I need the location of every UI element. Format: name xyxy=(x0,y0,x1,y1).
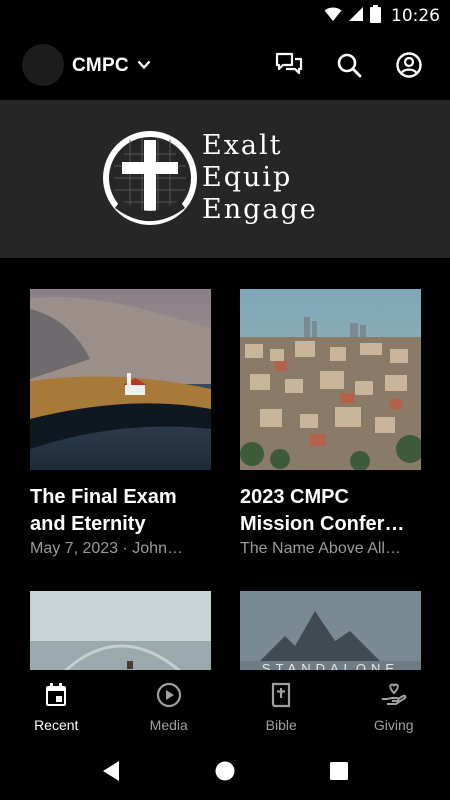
sermon-thumbnail xyxy=(240,289,421,470)
search-icon[interactable] xyxy=(334,50,364,80)
sermon-thumbnail xyxy=(30,289,211,470)
church-avatar[interactable] xyxy=(22,44,64,86)
recents-icon[interactable] xyxy=(326,758,352,784)
sermon-card[interactable] xyxy=(30,591,211,670)
recent-feed: The Final Exam and Eternity May 7, 2023 … xyxy=(0,258,450,670)
calendar-icon xyxy=(44,682,68,713)
church-logo: Exalt Equip Engage xyxy=(100,126,350,232)
banner-line-2: Equip xyxy=(202,162,293,193)
nav-label: Media xyxy=(149,717,188,733)
bible-icon xyxy=(270,682,292,713)
banner-line-1: Exalt xyxy=(202,130,283,161)
sermon-thumbnail xyxy=(30,591,211,670)
chat-icon[interactable] xyxy=(274,50,304,80)
status-icons: 10:26 xyxy=(324,4,440,28)
giving-hand-icon xyxy=(380,682,408,713)
chevron-down-icon xyxy=(137,57,151,75)
overlay-text: STANDALONE xyxy=(261,661,400,670)
account-icon[interactable] xyxy=(394,50,424,80)
nav-bible[interactable]: Bible xyxy=(225,670,338,740)
nav-label: Recent xyxy=(34,717,79,733)
cross-seal-icon xyxy=(103,131,197,225)
sermon-title: The Final Exam and Eternity xyxy=(30,486,177,535)
sermon-title: 2023 CMPC Mission Confer… xyxy=(240,486,405,535)
back-icon[interactable] xyxy=(98,758,124,784)
sermon-card[interactable]: The Final Exam and Eternity May 7, 2023 … xyxy=(30,289,211,558)
battery-icon xyxy=(370,4,381,28)
top-actions xyxy=(274,50,424,80)
nav-label: Bible xyxy=(265,717,297,733)
status-time: 10:26 xyxy=(391,6,440,26)
nav-recent[interactable]: Recent xyxy=(0,670,113,740)
nav-label: Giving xyxy=(373,717,414,733)
sermon-subtitle: May 7, 2023 · John… xyxy=(30,540,183,557)
nav-media[interactable]: Media xyxy=(113,670,226,740)
church-banner: Exalt Equip Engage xyxy=(0,100,450,258)
sermon-card[interactable]: STANDALONE xyxy=(240,591,421,670)
sermon-thumbnail: STANDALONE xyxy=(240,591,421,670)
home-icon[interactable] xyxy=(212,758,238,784)
church-selector[interactable]: CMPC xyxy=(72,52,151,80)
bottom-nav: Recent Media Bible Giving xyxy=(0,670,450,740)
system-nav-bar xyxy=(0,740,450,800)
status-bar: 10:26 xyxy=(0,0,450,32)
sermon-subtitle: The Name Above All… xyxy=(240,540,401,557)
sermon-card[interactable]: 2023 CMPC Mission Confer… The Name Above… xyxy=(240,289,421,558)
play-circle-icon xyxy=(156,682,182,713)
wifi-icon xyxy=(324,6,342,27)
signal-icon xyxy=(348,6,364,27)
app-bar: CMPC xyxy=(0,32,450,100)
church-name: CMPC xyxy=(72,55,129,76)
banner-line-3: Engage xyxy=(202,194,318,225)
nav-giving[interactable]: Giving xyxy=(338,670,450,740)
